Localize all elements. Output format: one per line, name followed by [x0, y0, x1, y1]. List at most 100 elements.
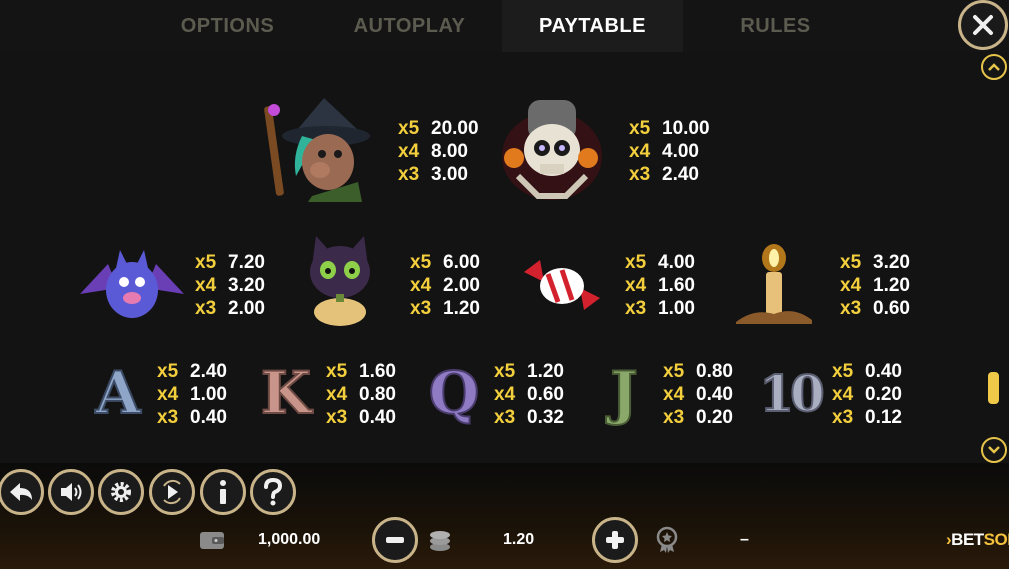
tab-autoplay-label: AUTOPLAY [353, 14, 466, 37]
payout-value: 0.40 [359, 407, 396, 428]
balance-value: 1,000.00 [258, 531, 321, 548]
tab-paytable[interactable]: PAYTABLE [502, 0, 683, 52]
candle-payouts: x5 3.20 x4 1.20 x3 0.60 [840, 251, 910, 320]
payout-value: 10.00 [662, 118, 710, 139]
help-button[interactable] [250, 469, 296, 515]
payout-multiplier: x5 [494, 361, 516, 382]
tab-options-label: OPTIONS [180, 14, 275, 37]
payout-value: 0.80 [696, 361, 733, 382]
payout-multiplier: x3 [840, 298, 862, 319]
candle-symbol-icon [736, 244, 812, 324]
payout-multiplier: x5 [195, 252, 217, 273]
award-icon [656, 526, 678, 553]
letter-j-symbol: J [609, 358, 638, 428]
payout-multiplier: x4 [832, 384, 854, 405]
tab-options[interactable]: OPTIONS [140, 0, 315, 52]
payout-value: 2.40 [662, 164, 699, 185]
payout-value: 4.00 [662, 141, 699, 162]
tab-bar: OPTIONS AUTOPLAY PAYTABLE RULES [0, 0, 1009, 52]
payout-multiplier: x3 [195, 298, 217, 319]
payout-multiplier: x5 [410, 252, 432, 273]
payout-multiplier: x3 [625, 298, 647, 319]
payout-multiplier: x5 [398, 118, 420, 139]
payout-multiplier: x3 [410, 298, 432, 319]
letter-10-symbol: 10 [758, 363, 826, 424]
sound-button[interactable] [48, 469, 94, 515]
tab-rules[interactable]: RULES [688, 0, 863, 52]
plus-icon [606, 531, 624, 549]
tab-autoplay[interactable]: AUTOPLAY [322, 0, 497, 52]
chevron-down-icon [988, 446, 1000, 454]
payout-value: 1.60 [658, 275, 695, 296]
payout-multiplier: x4 [494, 384, 516, 405]
payout-value: 1.00 [190, 384, 227, 405]
gear-icon [111, 482, 131, 502]
payout-value: 3.20 [228, 275, 265, 296]
payout-value: 0.40 [865, 361, 902, 382]
letter-a-payouts: x5 2.40 x4 1.00 x3 0.40 [157, 360, 227, 429]
payout-value: 0.12 [865, 407, 902, 428]
payout-multiplier: x3 [326, 407, 348, 428]
payout-multiplier: x5 [157, 361, 179, 382]
settings-button[interactable] [98, 469, 144, 515]
payout-multiplier: x4 [840, 275, 862, 296]
payout-multiplier: x5 [625, 252, 647, 273]
letter-q-symbol: Q [428, 358, 481, 428]
autoplay-icon [163, 479, 181, 505]
letter-k-symbol: K [260, 358, 312, 428]
logo-text-bet: BET [951, 530, 984, 549]
witch-payouts: x5 20.00 x4 8.00 x3 3.00 [398, 117, 479, 186]
close-button[interactable] [958, 0, 1008, 50]
payout-multiplier: x4 [398, 141, 420, 162]
payout-multiplier: x4 [326, 384, 348, 405]
witch-symbol-icon [264, 98, 370, 202]
letter-j-payouts: x5 0.80 x4 0.40 x3 0.20 [663, 360, 733, 429]
payout-multiplier: x3 [157, 407, 179, 428]
logo-text-soft: SOFT [983, 530, 1009, 549]
betsoft-logo: ›BETSOFT [946, 530, 1009, 550]
back-button[interactable] [0, 469, 44, 515]
tab-rules-label: RULES [740, 14, 811, 37]
scrollbar-thumb[interactable] [988, 372, 999, 404]
bat-payouts: x5 7.20 x4 3.20 x3 2.00 [195, 251, 265, 320]
payout-multiplier: x4 [663, 384, 685, 405]
payout-value: 2.00 [228, 298, 265, 319]
payout-value: 1.60 [359, 361, 396, 382]
letter-k-payouts: x5 1.60 x4 0.80 x3 0.40 [326, 360, 396, 429]
help-icon [264, 478, 283, 506]
payout-value: 6.00 [443, 252, 480, 273]
increase-bet-button[interactable] [592, 517, 638, 563]
wallet-icon [200, 532, 224, 549]
autoplay-button[interactable] [149, 469, 195, 515]
payout-value: 0.40 [190, 407, 227, 428]
payout-value: 3.00 [431, 164, 468, 185]
scroll-down-button[interactable] [981, 437, 1007, 463]
payout-multiplier: x5 [326, 361, 348, 382]
payout-value: 1.00 [658, 298, 695, 319]
payout-multiplier: x3 [629, 164, 651, 185]
payout-multiplier: x3 [398, 164, 420, 185]
letter-q-payouts: x5 1.20 x4 0.60 x3 0.32 [494, 360, 564, 429]
close-icon [973, 15, 993, 35]
scroll-up-button[interactable] [981, 54, 1007, 80]
cat-payouts: x5 6.00 x4 2.00 x3 1.20 [410, 251, 480, 320]
payout-multiplier: x3 [494, 407, 516, 428]
payout-value: 0.60 [527, 384, 564, 405]
info-button[interactable] [200, 469, 246, 515]
payout-multiplier: x4 [410, 275, 432, 296]
bat-symbol-icon [80, 250, 184, 318]
letter-10-payouts: x5 0.40 x4 0.20 x3 0.12 [832, 360, 902, 429]
win-value: – [740, 531, 749, 548]
cat-symbol-icon [310, 236, 370, 326]
payout-multiplier: x5 [629, 118, 651, 139]
bottom-bar [0, 463, 1009, 569]
payout-value: 3.20 [873, 252, 910, 273]
tab-paytable-label: PAYTABLE [539, 14, 646, 37]
bet-value: 1.20 [503, 531, 535, 548]
letter-a-symbol: A [94, 358, 141, 428]
decrease-bet-button[interactable] [372, 517, 418, 563]
candy-payouts: x5 4.00 x4 1.60 x3 1.00 [625, 251, 695, 320]
sound-icon [61, 483, 82, 501]
payout-value: 0.40 [696, 384, 733, 405]
payout-value: 0.32 [527, 407, 564, 428]
